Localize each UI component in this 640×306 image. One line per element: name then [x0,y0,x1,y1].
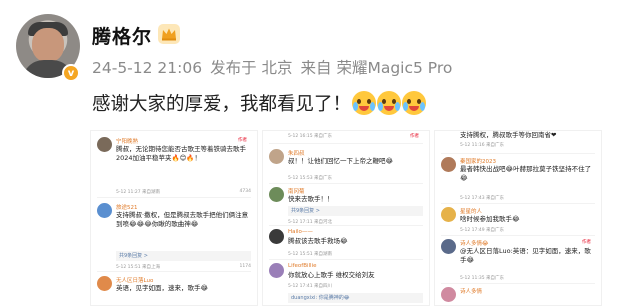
commenter-name: 星星的人 [460,209,483,215]
comment-text: 快来去歌手！！ [288,195,334,203]
verified-badge-icon: v [62,64,80,82]
comment-info: 5-12 17:43 来自广东 [460,196,505,201]
post-device: 来自 荣耀Magic5 Pro [300,59,453,77]
commenter-name: 朱四叔 [288,151,305,157]
comment-info: 5-12 17:41 来自四川 [288,284,333,289]
author-mark: 作者 [238,138,247,143]
commenter-name: 诗人多情😂 [460,241,489,247]
divider [97,197,251,198]
commenter-name: 无人区日落Luo [116,278,154,284]
crown-badge-icon[interactable] [158,24,180,44]
post-timestamp[interactable]: 24-5-12 21:06 [92,59,202,77]
divider [441,153,595,154]
post-caption: 感谢大家的厚爱，我都看见了！ [92,90,427,116]
comment-text: 英语，见字如面，速来，歌手😂 [116,284,209,292]
divider [441,283,595,284]
commenter-avatar [441,239,456,254]
commenter-name: LifeofBillie [288,263,317,269]
commenter-avatar [441,207,456,222]
commenter-avatar [269,229,284,244]
reply-link[interactable]: duangxixi: 你是腾神的😂 [288,293,423,303]
divider [269,225,423,226]
comment-info: 5-12 17:49 来自广东 [460,228,505,233]
divider [269,143,423,144]
crying-laughing-emoji-icon [402,91,427,115]
post-caption-text: 感谢大家的厚爱，我都看见了！ [92,94,352,115]
like-count: 4734 [239,189,251,194]
crying-laughing-emoji-icon [352,91,377,115]
author-mark: 作者 [582,240,591,245]
comment-info: 5-12 16:15 来自广东 [288,134,333,139]
comment-text: 腾叔该去歌手救场😂 [288,237,348,245]
comment-info: 5-12 15:51 来自上海 1174 [116,264,251,270]
commenter-avatar [269,263,284,278]
comment-text: 你就放心上歌手 维权交给刘友 [288,271,375,279]
author-name[interactable]: 腾格尔 [92,22,152,49]
commenter-avatar [97,276,112,291]
commenter-name: 旅途521 [116,205,138,211]
comment-text: 最者韩快出战吧😂叶赫那拉莫子铁坚持不住了😂 [460,165,592,182]
crying-laughing-emoji-icon [377,91,402,115]
comment-text: 啥时候参加我歌手😂 [460,215,520,223]
author-mark: 作者 [410,134,419,139]
reply-link[interactable]: 共9条回复 > [288,206,423,216]
commenter-name: Hailo—— [288,229,313,235]
comment-text: 腾叔，无论期待您能否古歌王等着铁骑去歌手2024加油平稳苹夹🔥😊🔥！ [116,145,246,162]
like-count: 1174 [239,264,251,269]
commenter-name: 宁阳晚熟 [116,139,139,145]
comment-info: 5-12 15:51 来自湖南 [288,252,333,257]
commenter-avatar [441,157,456,172]
comment-screenshot-1[interactable]: 宁阳晚熟 作者 腾叔，无论期待您能否古歌王等着铁骑去歌手2024加油平稳苹夹🔥😊… [90,130,258,306]
comment-screenshot-2[interactable]: 5-12 16:15 来自广东 作者 朱四叔 叔！！让他们回忆一下上帝之鞭吧😂 … [262,130,430,306]
post-location: 发布于 北京 [210,59,293,77]
divider [269,259,423,260]
divider [441,203,595,204]
divider [269,183,423,184]
post-meta: 24-5-12 21:06 发布于 北京 来自 荣耀Magic5 Pro [92,56,460,78]
comment-info: 5-12 11:27 来自湖南 4734 [116,189,251,195]
comment-screenshot-3[interactable]: 支持腾权，腾叔歌手等你回南省❤ 5-12 11:16 来自广东 秦国家的2023… [434,130,602,306]
avatar-face [32,28,64,62]
comment-text: 支持腾权，腾叔歌手等你回南省❤ [460,131,557,139]
commenter-name: 南冈菊 [288,189,305,195]
divider [97,271,251,272]
commenter-avatar [97,137,112,152]
commenter-name: 秦国家的2023 [460,159,496,165]
reply-link[interactable]: 共9条回复 > [116,251,251,261]
divider [441,235,595,236]
commenter-avatar [441,287,456,302]
comment-info: 5-12 11:16 来自广东 [460,143,505,148]
comment-text: 支持腾叔·撒权，但是腾叔去歌手把他们俩注意到喷😂😂😂你瞅的歌曲神😂 [116,211,249,228]
comment-text: 叔！！让他们回忆一下上帝之鞭吧😂 [288,157,394,165]
comment-info: 5-12 15:53 来自广东 [288,176,333,181]
commenter-avatar [269,187,284,202]
commenter-avatar [97,203,112,218]
commenter-avatar [269,149,284,164]
comment-info: 5-12 11:35 来自广东 [460,276,505,281]
commenter-name: 诗人多情 [460,289,483,295]
comment-text: @无人区日落Luo:英语：见字如面，速来，歌手😂 [460,247,591,264]
